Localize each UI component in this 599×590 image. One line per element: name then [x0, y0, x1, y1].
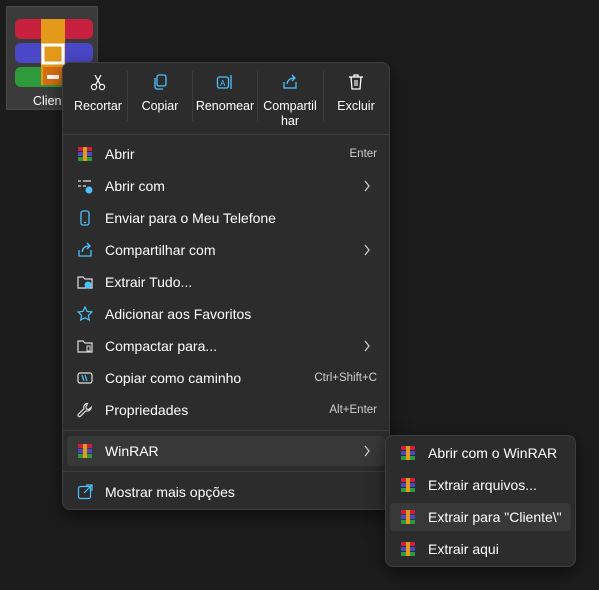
menu-item-label: Compactar para... — [105, 338, 218, 354]
compress-folder-icon — [77, 340, 93, 353]
copy-path-icon — [77, 372, 93, 384]
winrar-icon — [78, 444, 92, 458]
menu-item-label: Adicionar aos Favoritos — [105, 306, 252, 322]
chevron-right-icon — [364, 244, 370, 256]
menu-divider — [63, 471, 389, 472]
more-options-icon — [77, 484, 93, 500]
menu-divider — [63, 430, 389, 431]
cut-label: Recortar — [74, 99, 122, 113]
menu-item-share-with[interactable]: Compartilhar com — [67, 235, 385, 265]
winrar-icon — [401, 542, 415, 556]
svg-text:A: A — [220, 79, 226, 88]
shortcut-text: Alt+Enter — [329, 404, 377, 416]
winrar-submenu: Abrir com o WinRAR Extrair arquivos... E… — [385, 435, 576, 567]
rename-button[interactable]: A Renomear — [193, 67, 257, 127]
chevron-right-icon — [364, 445, 370, 457]
context-toolbar: Recortar Copiar A Renomear Compartil har… — [63, 63, 389, 129]
submenu-item-open-winrar[interactable]: Abrir com o WinRAR — [390, 439, 571, 467]
star-icon — [77, 306, 93, 322]
menu-divider — [63, 134, 389, 135]
menu-item-label: Copiar como caminho — [105, 370, 242, 386]
share-label-line2: har — [280, 114, 300, 128]
toolbar-divider — [127, 71, 128, 121]
menu-item-label: Abrir com — [105, 178, 165, 194]
submenu-item-extract-to[interactable]: Extrair para "Cliente\" — [390, 503, 571, 531]
submenu-item-label: Extrair aqui — [428, 541, 499, 557]
menu-item-add-favorites[interactable]: Adicionar aos Favoritos — [67, 299, 385, 329]
menu-item-label: Abrir — [105, 146, 135, 162]
submenu-item-label: Abrir com o WinRAR — [428, 445, 558, 461]
menu-item-open-with[interactable]: Abrir com — [67, 171, 385, 201]
winrar-icon — [401, 446, 415, 460]
copy-label: Copiar — [141, 99, 179, 113]
share-label-line1: Compartil — [263, 99, 317, 113]
menu-item-open[interactable]: Abrir Enter — [67, 139, 385, 169]
menu-item-label: WinRAR — [105, 443, 159, 459]
shortcut-text: Ctrl+Shift+C — [314, 372, 377, 384]
copy-button[interactable]: Copiar — [129, 67, 191, 127]
cut-button[interactable]: Recortar — [67, 67, 129, 127]
winrar-icon — [401, 478, 415, 492]
desktop-file-label: Clien — [33, 94, 62, 108]
copy-icon — [154, 74, 167, 90]
chevron-right-icon — [364, 340, 370, 352]
submenu-item-extract-here[interactable]: Extrair aqui — [390, 535, 571, 563]
open-with-icon — [78, 180, 93, 194]
trash-icon — [349, 74, 363, 90]
submenu-item-extract-files[interactable]: Extrair arquivos... — [390, 471, 571, 499]
phone-icon — [80, 210, 90, 226]
menu-item-label: Propriedades — [105, 402, 189, 418]
menu-item-send-phone[interactable]: Enviar para o Meu Telefone — [67, 203, 385, 233]
menu-item-more-options[interactable]: Mostrar mais opções — [67, 477, 385, 507]
rename-label: Renomear — [195, 99, 255, 113]
submenu-item-label: Extrair para "Cliente\" — [428, 509, 562, 525]
scissors-icon — [90, 74, 106, 91]
winrar-icon — [401, 510, 415, 524]
delete-label: Excluir — [337, 99, 375, 113]
context-menu: Recortar Copiar A Renomear Compartil har… — [62, 62, 390, 510]
chevron-right-icon — [364, 180, 370, 192]
delete-button[interactable]: Excluir — [324, 67, 388, 127]
menu-item-label: Extrair Tudo... — [105, 274, 193, 290]
winrar-icon — [78, 147, 92, 161]
menu-item-copy-path[interactable]: Copiar como caminho Ctrl+Shift+C — [67, 363, 385, 393]
share-icon — [283, 74, 297, 89]
share-button[interactable]: Compartil har — [258, 67, 322, 128]
menu-item-compress[interactable]: Compactar para... — [67, 331, 385, 361]
rename-icon: A — [216, 75, 232, 89]
menu-item-label: Mostrar mais opções — [105, 484, 235, 500]
menu-item-extract-all[interactable]: Extrair Tudo... — [67, 267, 385, 297]
extract-folder-icon — [77, 276, 93, 289]
menu-item-properties[interactable]: Propriedades Alt+Enter — [67, 395, 385, 425]
menu-item-label: Compartilhar com — [105, 242, 216, 258]
submenu-item-label: Extrair arquivos... — [428, 477, 537, 493]
share-icon — [78, 242, 92, 257]
menu-item-label: Enviar para o Meu Telefone — [105, 210, 276, 226]
menu-item-winrar[interactable]: WinRAR — [67, 436, 385, 466]
shortcut-text: Enter — [349, 148, 378, 160]
wrench-icon — [77, 402, 92, 418]
